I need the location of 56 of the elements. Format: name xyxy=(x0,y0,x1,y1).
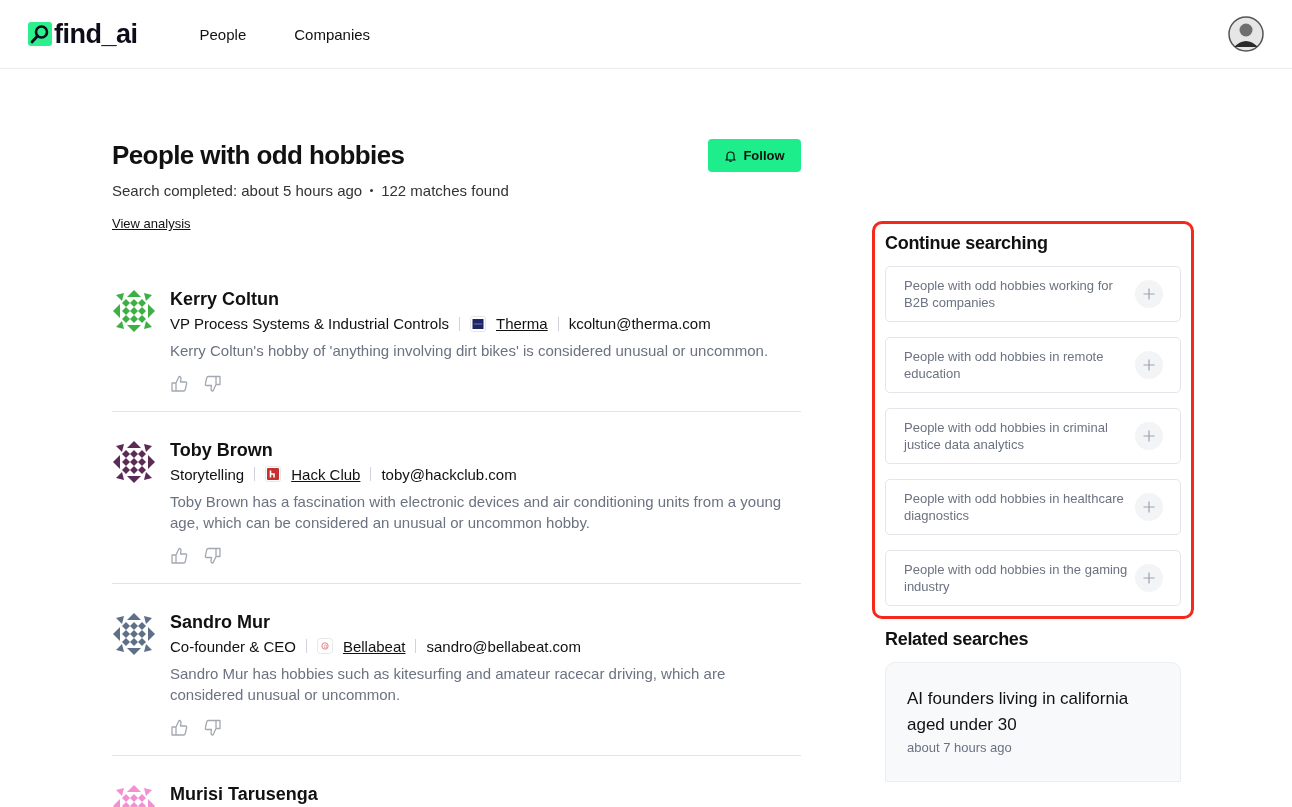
suggestion-card[interactable]: People with odd hobbies in the gaming industry xyxy=(885,550,1181,606)
view-analysis-link[interactable]: View analysis xyxy=(112,216,191,231)
thumbs-up-icon[interactable] xyxy=(170,717,189,737)
user-avatar-icon[interactable] xyxy=(1228,16,1264,52)
thumbs-down-icon[interactable] xyxy=(203,717,222,737)
plus-icon[interactable] xyxy=(1135,351,1163,379)
logo-wordmark[interactable]: find_ai xyxy=(54,18,138,50)
section-heading: Continue searching xyxy=(885,233,1049,254)
nav-link[interactable]: Companies xyxy=(294,25,371,43)
plus-icon[interactable] xyxy=(1135,564,1163,592)
suggestion-card[interactable]: People with odd hobbies in healthcare diagnostics xyxy=(885,479,1181,535)
company-logo-icon xyxy=(265,466,282,482)
suggestion-text: People with odd hobbies in healthcare diagnostics xyxy=(904,489,1125,525)
search-time: about 7 hours ago xyxy=(907,740,1013,755)
suggestion-text: People with odd hobbies working for B2B companies xyxy=(904,276,1114,312)
email-address: sandro@bellabeat.com xyxy=(426,637,581,655)
thumbs-down-icon[interactable] xyxy=(203,545,222,565)
suggestion-card[interactable]: People with odd hobbies in remote education xyxy=(885,337,1181,393)
person-description: Kerry Coltun's hobby of 'anything involving dirt bikes' is considered unusual or uncommon. xyxy=(170,341,769,361)
follow-button[interactable]: Follow xyxy=(708,139,801,172)
thumbs-up-icon[interactable] xyxy=(170,545,189,565)
nav-link[interactable]: People xyxy=(199,25,247,43)
company-logo-icon xyxy=(316,638,333,654)
suggestion-card[interactable]: People with odd hobbies working for B2B companies xyxy=(885,266,1181,322)
email-address: kcoltun@therma.com xyxy=(568,315,711,332)
plus-icon[interactable] xyxy=(1135,422,1163,450)
suggestion-card[interactable]: People with odd hobbies in criminal justice data analytics xyxy=(885,408,1181,464)
suggestion-text: People with odd hobbies in criminal justice data analytics xyxy=(904,418,1109,454)
company-link[interactable]: Hack Club xyxy=(291,465,361,483)
bell-icon xyxy=(724,148,738,163)
plus-icon[interactable] xyxy=(1135,280,1163,308)
company-logo-icon xyxy=(470,315,486,332)
person-description: Toby Brown has a fascination with electronic devices and air conditioning units from a young age, which can be considered an unusual or uncommon hobby. xyxy=(170,491,783,533)
person-name[interactable]: Murisi Tarusenga xyxy=(170,783,318,805)
person-description: Sandro Mur has hobbies such as kitesurfing and amateur racecar driving, which are considered unusual or uncommon. xyxy=(170,663,727,705)
person-name[interactable]: Sandro Mur xyxy=(170,611,801,633)
thumbs-up-icon[interactable] xyxy=(170,373,189,393)
search-status: Search completed: about 5 hours ago xyxy=(112,182,363,199)
related-query: AI founders living in california aged under 30 xyxy=(907,688,1130,736)
job-title: VP Process Systems & Industrial Controls xyxy=(170,315,449,332)
suggestion-text: People with odd hobbies in remote education xyxy=(904,347,1105,383)
plus-icon[interactable] xyxy=(1135,493,1163,521)
company-link[interactable]: Bellabeat xyxy=(342,637,406,655)
logo-icon[interactable] xyxy=(28,22,52,46)
section-heading: Related searches xyxy=(885,629,1030,650)
company-link[interactable]: Therma xyxy=(496,315,548,332)
suggestion-text: People with odd hobbies in the gaming industry xyxy=(904,560,1129,596)
job-title: Storytelling xyxy=(170,465,245,483)
match-count: 122 matches found xyxy=(381,182,509,199)
person-name[interactable]: Toby Brown xyxy=(170,439,801,461)
related-search-card[interactable]: AI founders living in california aged under 30 about 7 hours ago xyxy=(885,662,1181,782)
email-address: toby@hackclub.com xyxy=(381,465,517,483)
search-title: People with odd hobbies xyxy=(112,140,405,171)
person-name[interactable]: Kerry Coltun xyxy=(170,289,769,310)
thumbs-down-icon[interactable] xyxy=(203,373,222,393)
job-title: Co-founder & CEO xyxy=(170,637,296,655)
